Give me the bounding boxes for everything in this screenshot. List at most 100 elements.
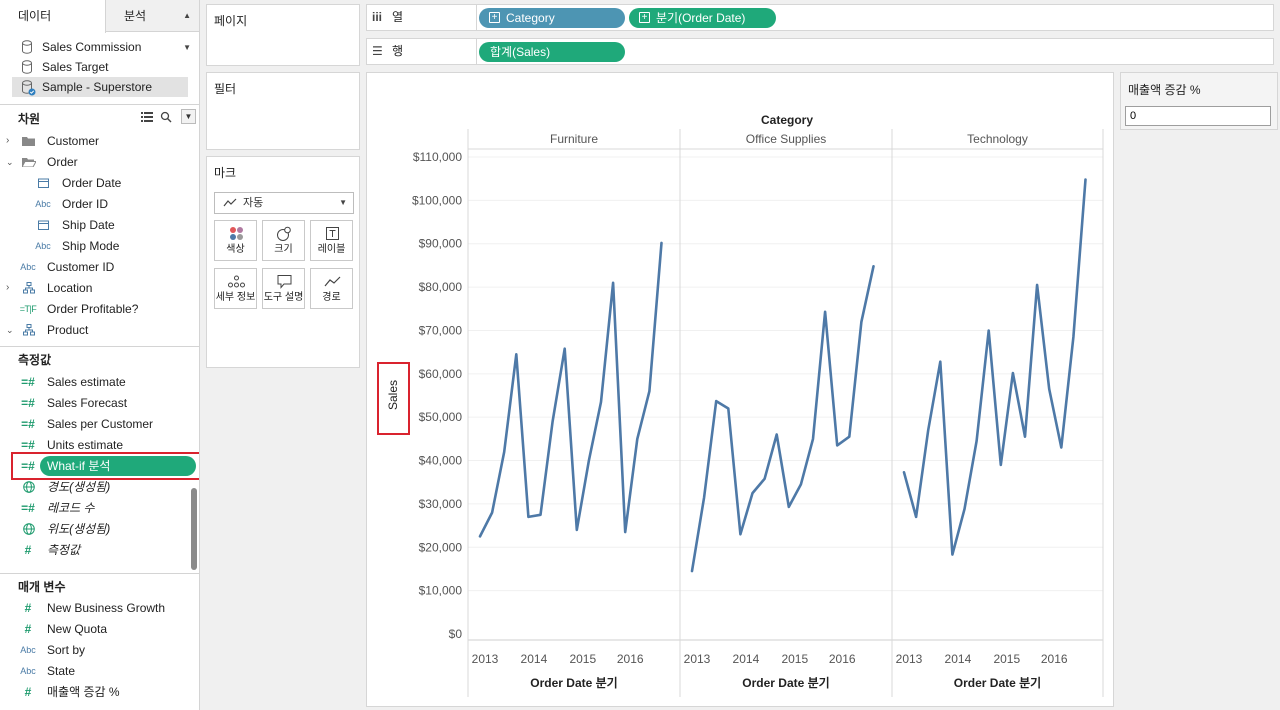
parameter-title: 매출액 증감 %	[1128, 83, 1201, 97]
panel-header-technology: Technology	[967, 132, 1028, 146]
measures-header: 측정값	[18, 353, 52, 367]
x-axis-title: Order Date 분기	[954, 675, 1041, 690]
field-sales-estimate[interactable]: =# Sales estimate	[0, 372, 190, 392]
y-tick-label: $90,000	[419, 237, 463, 251]
datasource-item[interactable]: Sales Target	[12, 57, 188, 77]
x-tick-label: 2016	[1041, 652, 1068, 666]
dim-folder-order[interactable]: ⌄ Order	[0, 152, 199, 172]
field-record-count[interactable]: =# 레코드 수	[0, 498, 190, 518]
expand-plus-icon[interactable]: +	[639, 12, 650, 23]
field-label: State	[47, 664, 76, 678]
mark-type-dropdown[interactable]: 자동 ▼	[214, 192, 354, 214]
field-ship-mode[interactable]: Abc Ship Mode	[0, 236, 199, 256]
hierarchy-icon	[23, 282, 35, 294]
field-label: Sales per Customer	[47, 417, 154, 431]
field-label: 레코드 수	[47, 501, 95, 515]
marks-size-button[interactable]: 크기	[262, 220, 305, 261]
shelf-divider	[476, 39, 477, 64]
columns-label-text: 열	[392, 10, 404, 24]
pill-quarter-order-date[interactable]: + 분기(Order Date)	[629, 8, 776, 28]
folder-open-icon	[22, 158, 36, 167]
param-state[interactable]: Abc State	[0, 661, 199, 681]
columns-icon: iii	[372, 10, 383, 24]
field-longitude-generated[interactable]: 경도(생성됨)	[0, 477, 190, 497]
x-tick-label: 2016	[829, 652, 856, 666]
field-order-id[interactable]: Abc Order ID	[0, 194, 199, 214]
filters-shelf[interactable]: 필터	[206, 72, 360, 150]
x-tick-label: 2015	[569, 652, 596, 666]
marks-label-button[interactable]: 레이블	[310, 220, 353, 261]
field-label: Order ID	[62, 197, 109, 211]
x-tick-label: 2014	[733, 652, 760, 666]
field-measure-values[interactable]: # 측정값	[0, 540, 190, 560]
field-order-date[interactable]: Order Date	[0, 173, 199, 193]
pill-quarter-label: 분기(Order Date)	[656, 11, 746, 25]
series-line-technology	[902, 178, 1087, 556]
pill-category[interactable]: + Category	[479, 8, 625, 28]
pages-shelf[interactable]: 페이지	[206, 4, 360, 66]
field-label: Location	[47, 281, 93, 295]
scrollbar-thumb[interactable]	[191, 488, 197, 570]
x-tick-label: 2015	[993, 652, 1020, 666]
tab-analysis[interactable]: 분석 ▲ ▼	[106, 0, 199, 52]
datasource-item[interactable]: Sales Commission	[12, 37, 188, 57]
series-line-office-supplies	[690, 265, 875, 573]
dimensions-menu-chevron-icon[interactable]: ▼	[181, 109, 196, 124]
dimensions-header: 차원	[18, 112, 41, 126]
search-icon[interactable]	[160, 111, 172, 123]
field-label: Ship Date	[62, 218, 115, 232]
field-sales-per-customer[interactable]: =# Sales per Customer	[0, 414, 190, 434]
field-label: Ship Mode	[62, 239, 120, 253]
hierarchy-icon	[23, 324, 35, 336]
field-customer-id[interactable]: Abc Customer ID	[0, 257, 199, 277]
field-order-profitable[interactable]: =T|F Order Profitable?	[0, 299, 199, 319]
x-tick-label: 2014	[521, 652, 548, 666]
marks-tooltip-button[interactable]: 도구 설명	[262, 268, 305, 309]
marks-color-button[interactable]: 색상	[214, 220, 257, 261]
param-sales-change-pct[interactable]: # 매출액 증감 %	[0, 682, 199, 702]
marks-color-label: 색상	[226, 244, 245, 255]
pill-category-label: Category	[506, 11, 555, 25]
marks-label-label: 레이블	[317, 244, 346, 255]
database-icon	[22, 60, 32, 74]
marks-path-button[interactable]: 경로	[310, 268, 353, 309]
datasource-item-selected[interactable]: Sample - Superstore	[12, 77, 188, 97]
field-latitude-generated[interactable]: 위도(생성됨)	[0, 519, 190, 539]
mark-type-label: 자동	[243, 197, 264, 209]
expand-chevron-icon: ›	[6, 135, 10, 146]
field-ship-date[interactable]: Ship Date	[0, 215, 199, 235]
field-label: 경도(생성됨)	[47, 480, 111, 494]
parameter-value-input[interactable]	[1125, 106, 1271, 126]
x-axis-title: Order Date 분기	[530, 675, 617, 690]
dim-folder-customer[interactable]: › Customer	[0, 131, 199, 151]
calculated-measure-icon: =#	[21, 396, 35, 410]
field-location[interactable]: › Location	[0, 278, 199, 298]
y-tick-label: $100,000	[412, 193, 462, 207]
field-label: 매출액 증감 %	[47, 685, 120, 699]
datasource-label: Sales Commission	[42, 40, 142, 54]
x-tick-label: 2013	[684, 652, 711, 666]
field-sales-forecast[interactable]: =# Sales Forecast	[0, 393, 190, 413]
x-tick-label: 2015	[781, 652, 808, 666]
rows-icon: ☰	[372, 44, 383, 58]
columns-shelf[interactable]: iii 열 + Category + 분기(Order Date)	[366, 4, 1274, 31]
x-tick-label: 2016	[617, 652, 644, 666]
folder-icon	[22, 137, 35, 146]
tab-data[interactable]: 데이터	[0, 0, 106, 33]
param-new-business-growth[interactable]: # New Business Growth	[0, 598, 199, 618]
marks-title: 마크	[214, 166, 237, 180]
pill-sum-sales[interactable]: 합계(Sales)	[479, 42, 625, 62]
param-sort-by[interactable]: Abc Sort by	[0, 640, 199, 660]
marks-tooltip-label: 도구 설명	[263, 292, 304, 303]
param-new-quota[interactable]: # New Quota	[0, 619, 199, 639]
expand-plus-icon[interactable]: +	[489, 12, 500, 23]
field-product[interactable]: ⌄ Product	[0, 320, 199, 340]
list-view-icon[interactable]	[141, 112, 153, 122]
divider	[0, 346, 199, 347]
measure-icon: #	[24, 601, 32, 615]
dropdown-chevron-icon: ▼	[339, 198, 347, 207]
marks-detail-button[interactable]: 세부 정보	[214, 268, 257, 309]
field-label: New Business Growth	[47, 601, 166, 615]
marks-path-label: 경로	[322, 292, 341, 303]
rows-shelf[interactable]: ☰ 행 합계(Sales)	[366, 38, 1274, 65]
